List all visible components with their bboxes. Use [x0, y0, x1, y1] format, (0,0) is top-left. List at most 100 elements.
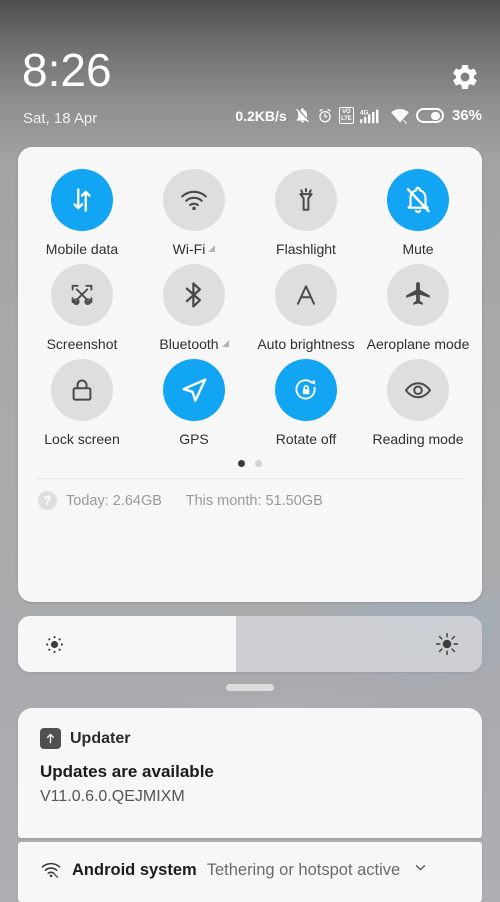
tile-icon-wrapper [51, 264, 113, 326]
brightness-slider[interactable] [18, 616, 482, 672]
volte-icon: VO LTE [338, 107, 354, 124]
notification-app-name: Android system [72, 860, 197, 879]
tile-lock-screen[interactable]: Lock screen [26, 359, 138, 447]
tile-icon-wrapper [163, 169, 225, 231]
page-indicator [18, 460, 482, 467]
tile-label-text: Rotate off [275, 431, 337, 447]
tile-label-text: GPS [179, 431, 209, 447]
tile-label-text: Aeroplane mode [366, 336, 470, 352]
tile-label: Mobile data [46, 241, 118, 257]
tile-row: Mobile data Wi-Fi Flashlight Mute [26, 169, 474, 264]
auto-brightness-icon [297, 285, 315, 305]
network-speed-label: 0.2KB/s [235, 107, 287, 124]
eye-icon [404, 382, 432, 399]
tile-icon-wrapper [51, 169, 113, 231]
gear-icon [453, 64, 477, 90]
tile-icon-wrapper [387, 169, 449, 231]
scissors-icon [71, 284, 93, 305]
alarm-clock-icon [318, 108, 331, 122]
clock: 8:26 [22, 44, 112, 96]
data-usage-text: Today: 2.64GB This month: 51.50GB [66, 493, 323, 509]
brightness-high-icon [435, 632, 459, 661]
update-arrow-icon [40, 728, 61, 749]
tile-label: Bluetooth [159, 336, 229, 352]
tile-label-text: Screenshot [46, 336, 118, 352]
tile-label-text: Auto brightness [257, 336, 355, 352]
tile-expand-arrow-icon[interactable] [208, 245, 216, 252]
tile-label: Aeroplane mode [367, 336, 470, 352]
lock-icon [72, 379, 92, 401]
tile-label-text: Lock screen [44, 431, 120, 447]
rotate-lock-icon [295, 379, 316, 400]
tile-label-text: Flashlight [276, 241, 336, 257]
notification-app-row: Updater [18, 708, 482, 749]
tile-label-text: Bluetooth [159, 336, 219, 352]
notification-app-name: Updater [70, 729, 131, 747]
tile-label: Screenshot [47, 336, 118, 352]
svg-text:4G: 4G [360, 109, 369, 116]
tile-flashlight[interactable]: Flashlight [250, 169, 362, 257]
page-dot-2[interactable] [255, 460, 262, 467]
tile-gps[interactable]: GPS [138, 359, 250, 447]
quick-settings-panel: Mobile data Wi-Fi Flashlight Mute Screen… [18, 147, 482, 602]
tile-icon-wrapper [163, 264, 225, 326]
tile-label-text: Mute [402, 241, 434, 257]
chevron-down-icon[interactable] [413, 860, 428, 880]
flashlight-icon [299, 188, 313, 211]
tile-icon-wrapper [163, 359, 225, 421]
data-usage-today: Today: 2.64GB [66, 492, 162, 509]
tile-icon-wrapper [275, 169, 337, 231]
wifi-icon [391, 108, 409, 124]
notification-title: Updates are available [40, 762, 214, 781]
hotspot-wifi-icon [41, 862, 61, 878]
tile-reading-mode[interactable]: Reading mode [362, 359, 474, 447]
page-dot-1[interactable] [238, 460, 245, 467]
tile-wifi[interactable]: Wi-Fi [138, 169, 250, 257]
tile-icon-wrapper [275, 264, 337, 326]
panel-drag-handle[interactable] [226, 684, 274, 691]
tile-label-text: Wi-Fi [172, 241, 206, 257]
data-usage-month: This month: 51.50GB [185, 492, 323, 509]
tile-label: Reading mode [372, 431, 463, 447]
tile-screenshot[interactable]: Screenshot [26, 264, 138, 352]
tile-label: Lock screen [44, 431, 119, 447]
brightness-low-icon [44, 634, 65, 660]
tile-row: Lock screen GPS Rotate off Reading mode [26, 359, 474, 454]
status-header: 8:26 Sat, 18 Apr 0.2KB/s VO LTE 4G 36% [0, 0, 500, 147]
navigation-arrow-icon [182, 378, 207, 402]
tile-row: Screenshot Bluetooth Auto brightness Aer… [26, 264, 474, 359]
tile-auto-brightness[interactable]: Auto brightness [250, 264, 362, 352]
battery-percent-label: 36% [451, 107, 482, 124]
tile-bluetooth[interactable]: Bluetooth [138, 264, 250, 352]
tile-icon-wrapper [51, 359, 113, 421]
tile-expand-arrow-icon[interactable] [221, 340, 229, 347]
notification-android-system[interactable]: Android system Tethering or hotspot acti… [18, 842, 482, 902]
notification-subtitle: Tethering or hotspot active [206, 860, 401, 879]
tile-label: Mute [402, 241, 433, 257]
tile-label: Rotate off [276, 431, 336, 447]
notification-updater[interactable]: Updater Updates are available V11.0.6.0.… [18, 708, 482, 838]
tile-aeroplane-mode[interactable]: Aeroplane mode [362, 264, 474, 352]
tile-icon-wrapper [275, 359, 337, 421]
tile-label-text: Mobile data [45, 241, 119, 257]
battery-icon [415, 108, 444, 123]
tile-label: Flashlight [276, 241, 336, 257]
tile-rotate-off[interactable]: Rotate off [250, 359, 362, 447]
date-label: Sat, 18 Apr [23, 110, 98, 127]
settings-gear-button[interactable] [450, 62, 480, 92]
bluetooth-icon [185, 282, 201, 308]
question-mark-icon[interactable]: ? [38, 491, 57, 510]
notification-body: V11.0.6.0.QEJMIXM [40, 788, 185, 805]
notification-system-row: Android system Tethering or hotspot acti… [18, 842, 482, 880]
quick-settings-tile-grid: Mobile data Wi-Fi Flashlight Mute Screen… [18, 147, 482, 454]
tile-mobile-data[interactable]: Mobile data [26, 169, 138, 257]
mobile-data-icon [73, 188, 91, 212]
tile-label: GPS [179, 431, 209, 447]
tile-label: Auto brightness [257, 336, 354, 352]
airplane-icon [406, 282, 430, 305]
data-usage-row[interactable]: ? Today: 2.64GB This month: 51.50GB [18, 479, 482, 510]
tile-mute[interactable]: Mute [362, 169, 474, 257]
signal-4g-icon: 4G [359, 109, 379, 123]
tile-label-text: Reading mode [372, 431, 464, 447]
tile-label: Wi-Fi [173, 241, 216, 257]
